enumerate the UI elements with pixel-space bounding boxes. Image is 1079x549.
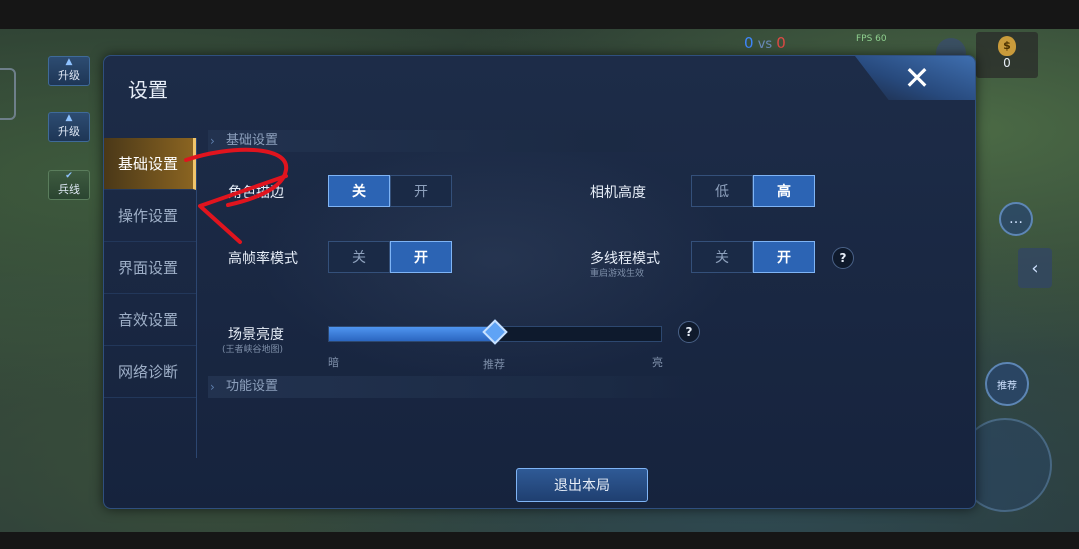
multithread-toggle: 关 开 xyxy=(691,241,815,273)
brightness-min-label: 暗 xyxy=(328,356,339,369)
upgrade-button-2[interactable]: ▲ 升级 xyxy=(48,112,90,142)
brightness-label: 场景亮度 xyxy=(228,327,284,343)
arrow-up-icon: ▲ xyxy=(65,113,73,123)
gold-counter: $ 0 xyxy=(976,32,1038,78)
dialog-backdrop xyxy=(104,56,975,508)
brightness-slider[interactable] xyxy=(328,319,662,345)
sidebar-item-label: 界面设置 xyxy=(118,259,179,277)
bottom-letterbox xyxy=(0,532,1079,549)
camera-height-label: 相机高度 xyxy=(590,185,646,201)
sidebar-item-network[interactable]: 网络诊断 xyxy=(104,346,196,398)
sidebar-item-controls[interactable]: 操作设置 xyxy=(104,190,196,242)
high-fps-off-option[interactable]: 关 xyxy=(328,241,390,273)
role-stroke-label: 角色描边 xyxy=(228,185,284,201)
chevron-left-icon[interactable]: ‹ xyxy=(1018,248,1052,288)
skill-hex-icon[interactable] xyxy=(0,68,16,120)
upgrade-button-1[interactable]: ▲ 升级 xyxy=(48,56,90,86)
chevron-right-icon: › xyxy=(210,134,215,148)
role-stroke-toggle: 关 开 xyxy=(328,175,452,207)
minion-label: 兵线 xyxy=(58,183,80,196)
multithread-off-option[interactable]: 关 xyxy=(691,241,753,273)
camera-high-option[interactable]: 高 xyxy=(753,175,815,207)
section-title: 基础设置 xyxy=(226,133,279,148)
multithread-help-icon[interactable]: ? xyxy=(832,247,854,269)
exit-match-button[interactable]: 退出本局 xyxy=(516,468,648,502)
sidebar-item-audio[interactable]: 音效设置 xyxy=(104,294,196,346)
vs-label: vs xyxy=(757,37,773,52)
close-icon[interactable]: ✕ xyxy=(899,60,935,96)
dialog-title: 设置 xyxy=(128,78,168,102)
role-stroke-on-option[interactable]: 开 xyxy=(390,175,452,207)
settings-dialog: 设置 ✕ 基础设置 操作设置 界面设置 音效设置 网络诊断 › 基础设置 角色描… xyxy=(103,55,976,509)
settings-sidebar: 基础设置 操作设置 界面设置 音效设置 网络诊断 xyxy=(104,138,196,398)
upgrade-label: 升级 xyxy=(58,69,80,82)
section-header-function[interactable]: › 功能设置 xyxy=(208,376,698,398)
high-fps-label: 高帧率模式 xyxy=(228,251,298,267)
sidebar-divider xyxy=(196,138,197,458)
recommend-button[interactable]: 推荐 xyxy=(985,362,1029,406)
brightness-recommend-label: 推荐 xyxy=(483,358,505,371)
sidebar-item-label: 操作设置 xyxy=(118,207,179,225)
camera-height-toggle: 低 高 xyxy=(691,175,815,207)
money-bag-icon: $ xyxy=(998,36,1016,56)
brightness-slider-fill xyxy=(329,327,495,341)
high-fps-toggle: 关 开 xyxy=(328,241,452,273)
sidebar-item-label: 音效设置 xyxy=(118,311,179,329)
arrow-up-icon: ▲ xyxy=(65,57,73,67)
sidebar-item-interface[interactable]: 界面设置 xyxy=(104,242,196,294)
upgrade-label: 升级 xyxy=(58,125,80,138)
top-letterbox xyxy=(0,0,1079,29)
section-header-basic[interactable]: › 基础设置 xyxy=(208,130,698,152)
multithread-note: 重启游戏生效 xyxy=(590,269,645,279)
section-title: 功能设置 xyxy=(226,379,279,394)
kill-score: 0 vs 0 xyxy=(744,34,786,52)
sidebar-item-label: 基础设置 xyxy=(118,155,179,173)
multithread-on-option[interactable]: 开 xyxy=(753,241,815,273)
brightness-note: (王者峡谷地图) xyxy=(222,345,284,355)
brightness-help-icon[interactable]: ? xyxy=(678,321,700,343)
sidebar-item-basic[interactable]: 基础设置 xyxy=(104,138,196,190)
blue-score: 0 xyxy=(744,34,754,52)
check-icon: ✔ xyxy=(65,171,73,181)
chevron-right-icon: › xyxy=(210,380,215,394)
multithread-label: 多线程模式 xyxy=(590,251,660,267)
role-stroke-off-option[interactable]: 关 xyxy=(328,175,390,207)
sidebar-item-label: 网络诊断 xyxy=(118,363,179,381)
high-fps-on-option[interactable]: 开 xyxy=(390,241,452,273)
gold-value: 0 xyxy=(1003,56,1011,70)
fps-indicator: FPS 60 xyxy=(856,34,887,44)
red-score: 0 xyxy=(776,34,786,52)
brightness-max-label: 亮 xyxy=(652,356,663,369)
chat-icon[interactable]: … xyxy=(999,202,1033,236)
camera-low-option[interactable]: 低 xyxy=(691,175,753,207)
recommend-label: 推荐 xyxy=(997,380,1017,392)
minion-button[interactable]: ✔ 兵线 xyxy=(48,170,90,200)
